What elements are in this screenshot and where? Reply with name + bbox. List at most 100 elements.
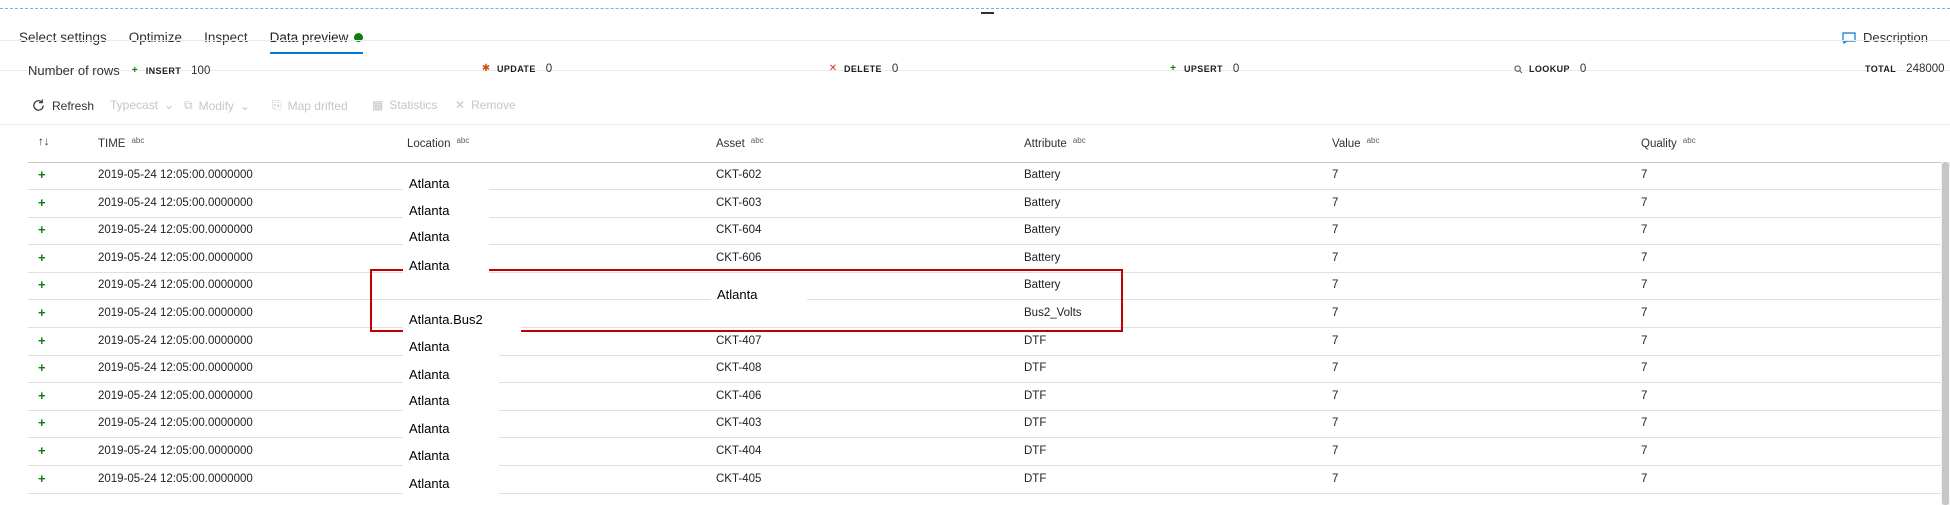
table-row[interactable]: +2019-05-24 12:05:00.0000000 CKT-602 Batte…	[28, 162, 1948, 190]
column-name: Asset	[716, 138, 745, 150]
stat-update: ✱ UPDATE 0	[481, 63, 552, 75]
insert-row-icon: +	[38, 167, 46, 182]
stat-total: TOTAL 248000	[1865, 63, 1945, 75]
table-row[interactable]: +2019-05-24 12:05:00.0000000 CKT-408 DTF 7 7	[28, 355, 1948, 384]
stat-lookup: LOOKUP 0	[1514, 63, 1586, 75]
table-row[interactable]: +2019-05-24 12:05:00.0000000 CKT-406 DTF 7 7	[28, 383, 1948, 411]
cell-quality: 7	[1641, 445, 1648, 457]
tab-optimize[interactable]: Optimize	[129, 26, 182, 50]
cell-value: 7	[1332, 169, 1339, 181]
map-drifted-button[interactable]: ⎘ Map drifted	[272, 98, 348, 113]
modify-icon: ⧉	[184, 98, 193, 112]
cell-asset: CKT-602	[716, 169, 762, 181]
upsert-icon: +	[1170, 63, 1176, 74]
column-header-attribute[interactable]: Attribute abc	[1024, 136, 1086, 150]
x-icon: ✕	[828, 63, 838, 74]
insert-row-icon: +	[38, 360, 46, 376]
cell-quality: 7	[1641, 307, 1648, 319]
table-row[interactable]: +2019-05-24 12:05:00.0000000 CKT-405 DTF 7 7	[28, 466, 1948, 494]
remove-button[interactable]: ✕ Remove	[455, 98, 516, 112]
cell-attribute: Battery	[1024, 196, 1061, 209]
typecast-button[interactable]: Typecast ⌄	[110, 98, 174, 112]
column-header-time[interactable]: TIME abc	[98, 136, 144, 150]
insert-row-icon: +	[38, 387, 46, 403]
description-label: Description	[1862, 30, 1928, 45]
column-name: Quality	[1641, 138, 1677, 150]
column-header-value[interactable]: Value abc	[1332, 136, 1379, 150]
cell-location: Atlanta	[403, 171, 489, 196]
insert-row-icon: +	[38, 222, 46, 238]
cell-time: 2019-05-24 12:05:00.0000000	[98, 279, 253, 292]
refresh-icon	[33, 99, 44, 111]
column-header-quality[interactable]: Quality abc	[1641, 136, 1696, 150]
cell-attribute: DTF	[1024, 389, 1047, 402]
upsert-label: UPSERT	[1184, 64, 1223, 74]
cell-location: Atlanta	[403, 416, 499, 441]
cell-time: 2019-05-24 12:05:00.0000000	[98, 472, 253, 485]
insert-label: INSERT	[145, 65, 182, 76]
divider	[0, 40, 1950, 41]
cell-quality: 7	[1641, 224, 1648, 237]
asterisk-icon: ✱	[481, 63, 491, 74]
cell-asset: CKT-405	[716, 472, 762, 485]
panel-resize-handle[interactable]	[981, 12, 994, 14]
cell-attribute: DTF	[1024, 362, 1047, 375]
tab-bar: Select settings Optimize Inspect Data pr…	[19, 26, 364, 54]
cell-value: 7	[1332, 389, 1339, 402]
lookup-label: LOOKUP	[1529, 64, 1570, 74]
refresh-label: Refresh	[52, 98, 95, 113]
rows-label: Number of rows	[28, 63, 120, 78]
modify-button[interactable]: ⧉ Modify ⌄	[184, 98, 250, 113]
insert-count: 100	[191, 64, 211, 77]
cell-time: 2019-05-24 12:05:00.0000000	[98, 307, 253, 319]
map-drifted-label: Map drifted	[287, 98, 348, 113]
insert-row-icon: +	[38, 470, 46, 486]
divider	[0, 124, 1950, 125]
column-name: TIME	[98, 138, 126, 150]
refresh-button[interactable]: Refresh	[31, 98, 94, 113]
total-label: TOTAL	[1865, 64, 1897, 74]
cell-value: 7	[1332, 417, 1339, 430]
insert-row-icon: +	[38, 443, 46, 458]
cell-location: Atlanta	[403, 362, 499, 387]
table-row[interactable]: +2019-05-24 12:05:00.0000000 CKT-404 DTF 7 7	[28, 438, 1948, 466]
cell-asset: CKT-404	[716, 445, 762, 457]
tab-inspect[interactable]: Inspect	[204, 26, 248, 50]
scrollbar-thumb[interactable]	[1942, 162, 1949, 505]
delete-label: DELETE	[844, 64, 882, 74]
update-label: UPDATE	[497, 64, 536, 74]
tab-select-settings[interactable]: Select settings	[19, 26, 107, 50]
statistics-icon: ▦	[372, 98, 384, 112]
row-stats-bar: Number of rows + INSERT 100 ✱ UPDATE 0 ✕…	[0, 58, 1950, 84]
column-header-asset[interactable]: Asset abc	[716, 136, 764, 150]
table-row[interactable]: +2019-05-24 12:05:00.0000000 CKT-604 Batte…	[28, 217, 1948, 246]
update-count: 0	[545, 63, 553, 75]
preview-toolbar: Refresh Typecast ⌄ ⧉ Modify ⌄ ⎘ Map drif…	[0, 93, 1950, 121]
column-header-location[interactable]: Location abc	[407, 136, 469, 150]
cell-attribute: DTF	[1024, 334, 1047, 347]
remove-icon: ✕	[455, 98, 466, 112]
cell-asset: Atlanta	[711, 282, 807, 307]
cell-attribute: DTF	[1024, 417, 1047, 430]
description-button[interactable]: Description	[1842, 26, 1928, 50]
table-row[interactable]: +2019-05-24 12:05:00.0000000 CKT-603 Batte…	[28, 190, 1948, 218]
cell-location: Atlanta	[403, 198, 489, 223]
statistics-label: Statistics	[389, 98, 438, 112]
chevron-down-icon: ⌄	[164, 98, 175, 112]
cell-location: Atlanta	[403, 388, 499, 413]
cell-attribute: Battery	[1024, 169, 1061, 181]
vertical-scrollbar[interactable]	[1941, 162, 1950, 505]
statistics-button[interactable]: ▦ Statistics	[372, 98, 437, 112]
table-row[interactable]: +2019-05-24 12:05:00.0000000 CKT-403 DTF 7 7	[28, 410, 1948, 439]
cell-attribute: Battery	[1024, 251, 1061, 264]
cell-asset: CKT-403	[716, 417, 762, 430]
sort-icon[interactable]: ↑↓	[38, 136, 50, 148]
cell-attribute: DTF	[1024, 472, 1047, 485]
cell-asset: CKT-406	[716, 389, 762, 402]
cell-quality: 7	[1641, 417, 1648, 430]
tab-data-preview[interactable]: Data preview	[269, 26, 364, 54]
cell-location: Atlanta	[403, 471, 499, 496]
cell-time: 2019-05-24 12:05:00.0000000	[98, 417, 253, 430]
cell-time: 2019-05-24 12:05:00.0000000	[98, 169, 253, 181]
cell-quality: 7	[1641, 196, 1648, 209]
